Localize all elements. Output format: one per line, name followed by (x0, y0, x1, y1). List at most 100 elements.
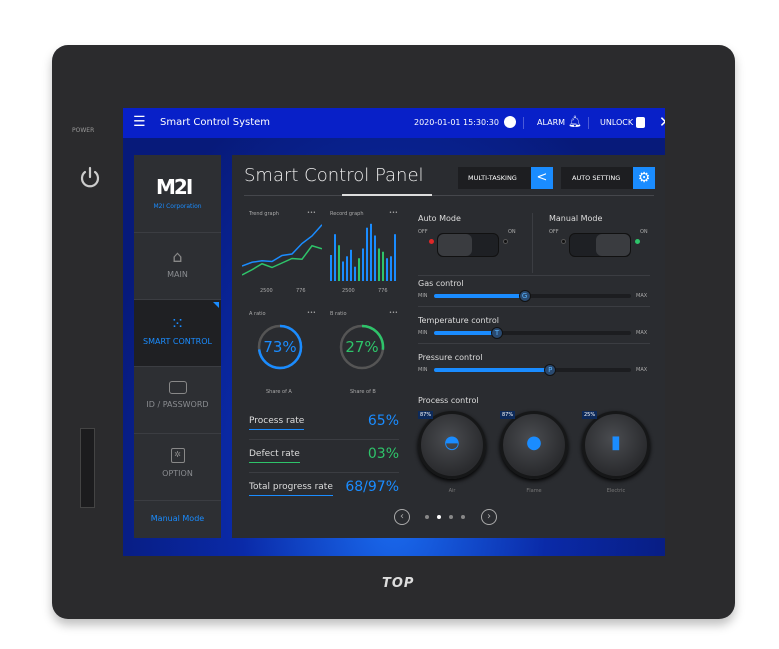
sidebar-item-label: ID / PASSWORD (146, 400, 209, 409)
dial-label: Flame (526, 488, 542, 494)
max-label: MAX (636, 293, 648, 299)
rate-label: Defect rate (249, 449, 300, 463)
dial-label: Air (448, 488, 456, 494)
page-dot[interactable] (437, 515, 441, 519)
more-icon[interactable]: ••• (307, 210, 316, 216)
dial-percent: 87% (418, 411, 434, 419)
gear-icon: ✲ (170, 448, 185, 463)
ratio-b-caption: Share of B (350, 389, 376, 395)
slider-track[interactable]: P (434, 364, 631, 376)
auto-mode-label: Auto Mode (418, 214, 461, 223)
auto-setting-label: AUTO SETTING (572, 174, 621, 182)
dial-flame[interactable]: ● (500, 411, 568, 479)
min-label: MIN (418, 367, 428, 373)
slider-fill (434, 294, 525, 298)
next-page-button[interactable]: › (481, 509, 497, 525)
dial-air[interactable]: ◓ (418, 411, 486, 479)
dial-electric[interactable]: ▮ (582, 411, 650, 479)
menu-icon[interactable]: ☰ (133, 115, 146, 129)
top-bar: ☰ Smart Control System 2020-01-01 15:30:… (123, 108, 665, 138)
brand-logo: TOP (382, 576, 415, 591)
battery-icon: ▮ (611, 432, 621, 453)
sidebar-item-id-password[interactable]: ID / PASSWORD (134, 366, 221, 433)
page-dot[interactable] (449, 515, 453, 519)
dial-percent: 25% (582, 411, 598, 419)
multi-tasking-label: MULTI-TASKING (468, 174, 517, 182)
auto-setting-button[interactable]: AUTO SETTING ⚙ (561, 167, 655, 189)
record-tick: 776 (378, 288, 388, 294)
unlock-label[interactable]: UNLOCK (600, 118, 633, 127)
record-graph (330, 223, 396, 281)
page-dot[interactable] (461, 515, 465, 519)
alarm-label[interactable]: ALARM (537, 118, 565, 127)
flame-icon: ● (526, 432, 542, 453)
record-bar (346, 256, 348, 281)
usb-slot (80, 428, 95, 508)
lock-icon[interactable] (636, 117, 645, 128)
manual-mode-toggle[interactable] (569, 233, 631, 257)
multi-tasking-button[interactable]: MULTI-TASKING < (458, 167, 553, 189)
record-bar (362, 248, 364, 281)
power-icon[interactable] (78, 166, 102, 190)
slider-track[interactable]: T (434, 327, 631, 339)
min-label: MIN (418, 330, 428, 336)
slider-knob[interactable]: P (544, 364, 557, 376)
slider-label: Gas control (418, 279, 464, 288)
record-bar (366, 227, 368, 281)
dial-label: Electric (606, 488, 626, 494)
gear-icon: ⚙ (633, 167, 655, 189)
sidebar-item-smart-control[interactable]: ⁙ SMART CONTROL (134, 299, 221, 366)
ratio-b-title: B ratio (330, 311, 347, 317)
main-panel: Smart Control Panel MULTI-TASKING < AUTO… (232, 155, 665, 538)
record-bar (342, 261, 344, 281)
datetime: 2020-01-01 15:30:30 (414, 118, 499, 127)
off-label: OFF (549, 229, 559, 235)
record-tick: 2500 (342, 288, 355, 294)
sidebar-item-main[interactable]: ⌂ MAIN (134, 232, 221, 299)
slider-knob[interactable]: G (518, 290, 531, 302)
record-bar (382, 251, 384, 281)
prev-page-button[interactable]: ‹ (394, 509, 410, 525)
record-bar (378, 248, 380, 281)
max-label: MAX (636, 367, 648, 373)
more-icon[interactable]: ••• (389, 310, 398, 316)
sidebar-item-label: MAIN (167, 270, 188, 279)
company-logo: M2I (156, 175, 193, 199)
manual-mode-label[interactable]: Manual Mode (134, 500, 221, 538)
rate-label: Total progress rate (249, 482, 333, 496)
slider-knob[interactable]: T (491, 327, 504, 339)
on-indicator (635, 239, 640, 244)
more-icon[interactable]: ••• (389, 210, 398, 216)
record-bar (354, 266, 356, 281)
rate-value: 03% (367, 446, 399, 462)
trend-tick: 776 (296, 288, 306, 294)
ratio-a-value: 73% (263, 338, 297, 356)
record-bar (338, 245, 340, 281)
slider-label: Temperature control (418, 316, 499, 325)
slider-fill (434, 368, 551, 372)
max-label: MAX (636, 330, 648, 336)
sidebar-item-label: SMART CONTROL (143, 337, 212, 346)
sidebar-item-option[interactable]: ✲ OPTION (134, 433, 221, 500)
company-name: M2I Corporation (153, 203, 202, 210)
total-progress-row: Total progress rate 68/97% (249, 476, 399, 506)
more-icon[interactable]: ••• (307, 310, 316, 316)
process-rate-row: Process rate 65% (249, 410, 399, 440)
close-icon[interactable]: ✕ (659, 113, 665, 131)
trend-graph-title: Trend graph (249, 211, 279, 217)
rate-value: 65% (367, 413, 399, 429)
off-indicator (429, 239, 434, 244)
rate-label: Process rate (249, 416, 305, 430)
ratio-a-title: A ratio (249, 311, 266, 317)
sidebar: M2I M2I Corporation ⌂ MAIN ⁙ SMART CONTR… (134, 155, 221, 538)
page-dot[interactable] (425, 515, 429, 519)
ratio-a-caption: Share of A (266, 389, 292, 395)
bell-icon[interactable]: 🔔︎ (568, 115, 582, 128)
slider-track[interactable]: G (434, 290, 631, 302)
trend-graph (242, 224, 322, 276)
record-bar (330, 255, 332, 281)
auto-mode-toggle[interactable] (437, 233, 499, 257)
record-bar (350, 249, 352, 281)
trend-line (242, 244, 322, 276)
record-bar (334, 234, 336, 281)
